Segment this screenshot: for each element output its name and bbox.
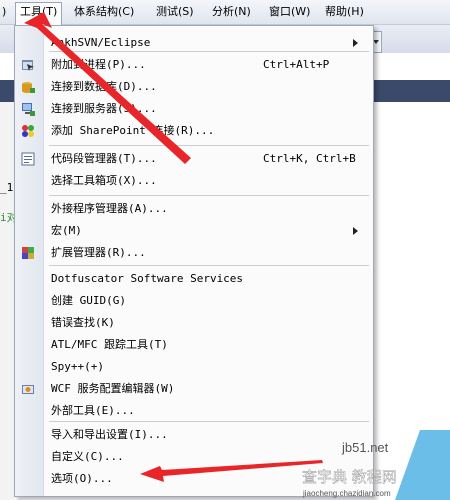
submenu-arrow-icon [353, 39, 358, 47]
menu-item-label: 导入和导出设置(I)... [51, 428, 168, 441]
menu-bar-edge-item[interactable]: ) [0, 3, 10, 21]
tools-menu-item[interactable]: 创建 GUID(G) [15, 290, 373, 312]
attach-process-icon [21, 58, 35, 72]
submenu-arrow-icon [353, 227, 358, 235]
extension-manager-icon [21, 246, 35, 260]
menu-item-label: WCF 服务配置编辑器(W) [51, 382, 175, 395]
tools-menu-item[interactable]: 扩展管理器(R)... [15, 242, 373, 264]
tools-menu-item[interactable]: 连接到数据库(D)... [15, 76, 373, 98]
editor-gutter [0, 102, 14, 500]
menu-separator [49, 145, 369, 146]
menu-tools[interactable]: 工具(T) [15, 2, 63, 25]
tools-menu-item[interactable]: 代码段管理器(T)... Ctrl+K, Ctrl+B [15, 148, 373, 170]
menu-item-label: Spy++(+) [51, 360, 104, 373]
menu-item-label: 外部工具(E)... [51, 404, 135, 417]
menu-item-label: 连接到服务器(S)... [51, 102, 157, 115]
watermark-main-text: 查字典 教程网 [302, 468, 397, 486]
tools-menu-item[interactable]: 添加 SharePoint 连接(R)... [15, 120, 373, 142]
menu-test[interactable]: 测试(S) [152, 3, 198, 21]
menu-item-label: 自定义(C)... [51, 450, 124, 463]
menu-item-shortcut: Ctrl+K, Ctrl+B [263, 152, 356, 165]
tools-menu-item[interactable]: 错误查找(K) [15, 312, 373, 334]
menu-window[interactable]: 窗口(W) [265, 3, 314, 21]
menu-item-label: 连接到数据库(D)... [51, 80, 157, 93]
tools-menu-item[interactable]: 宏(M) [15, 220, 373, 242]
sharepoint-icon [21, 124, 35, 138]
menu-separator [49, 195, 369, 196]
tools-menu-item[interactable]: 外接程序管理器(A)... [15, 198, 373, 220]
wcf-config-icon [21, 382, 35, 396]
tools-menu-item[interactable]: Dotfuscator Software Services [15, 268, 373, 290]
tools-menu-item[interactable]: 选择工具箱项(X)... [15, 170, 373, 192]
tools-menu-item[interactable]: 附加到进程(P)... Ctrl+Alt+P [15, 54, 373, 76]
editor-text-fragment: _1 [0, 181, 14, 194]
tools-menu-item[interactable]: WCF 服务配置编辑器(W) [15, 378, 373, 400]
code-snippets-icon [21, 152, 35, 166]
tools-menu-item[interactable]: 外部工具(E)... [15, 400, 373, 422]
menu-item-shortcut: Ctrl+Alt+P [263, 58, 330, 71]
menu-item-label: Dotfuscator Software Services [51, 272, 244, 285]
watermark-top-text: jb51.net [341, 440, 389, 455]
menu-item-label: 添加 SharePoint 连接(R)... [51, 124, 215, 137]
menu-bar: ) 工具(T) 体系结构(C) 测试(S) 分析(N) 窗口(W) 帮助(H) [0, 0, 450, 25]
tools-menu-item[interactable]: Spy++(+) [15, 356, 373, 378]
menu-item-label: 扩展管理器(R)... [51, 246, 146, 259]
menu-item-label: AnkhSVN/Eclipse [51, 36, 151, 49]
menu-item-label: 选择工具箱项(X)... [51, 174, 157, 187]
tools-dropdown-menu: AnkhSVN/Eclipse 附加到进程(P)... Ctrl+Alt+P 连接到数… [14, 25, 374, 497]
tools-menu-item[interactable]: 连接到服务器(S)... [15, 98, 373, 120]
menu-item-label: 附加到进程(P)... [51, 58, 146, 71]
watermark-logo: jb51.net 查字典 教程网 jiaocheng.chazidian.com [302, 430, 450, 500]
menu-analyze[interactable]: 分析(N) [208, 3, 255, 21]
menu-item-label: 宏(M) [51, 224, 82, 237]
menu-help[interactable]: 帮助(H) [321, 3, 368, 21]
menu-architecture[interactable]: 体系结构(C) [70, 3, 138, 21]
menu-item-label: 创建 GUID(G) [51, 294, 126, 307]
menu-item-label: 代码段管理器(T)... [51, 152, 157, 165]
watermark-url-text: jiaocheng.chazidian.com [302, 489, 391, 498]
menu-item-label: ATL/MFC 跟踪工具(T) [51, 338, 168, 351]
tools-menu-item[interactable]: ATL/MFC 跟踪工具(T) [15, 334, 373, 356]
menu-item-label: 选项(O)... [51, 472, 113, 485]
connect-server-icon [21, 102, 35, 116]
connect-database-icon [21, 80, 35, 94]
menu-item-label: 错误查找(K) [51, 316, 115, 329]
menu-separator [49, 265, 369, 266]
menu-item-label: 外接程序管理器(A)... [51, 202, 168, 215]
tools-menu-item[interactable]: AnkhSVN/Eclipse [15, 32, 373, 54]
